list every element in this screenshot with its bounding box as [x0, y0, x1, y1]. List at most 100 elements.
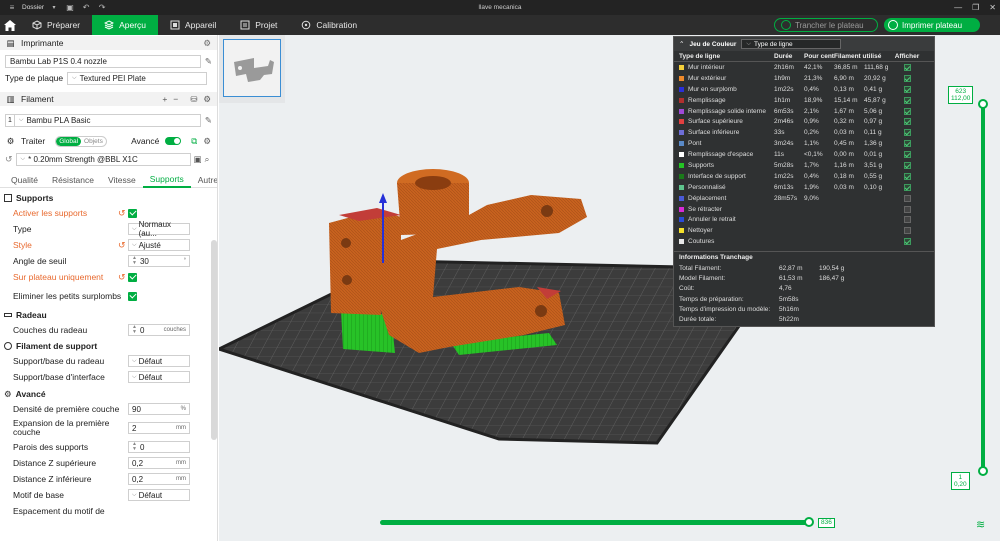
info-value: 5h16m	[779, 305, 799, 313]
preview-viewport[interactable]: ⌃ Jeu de Couleur ⌵ Type de ligne Type de …	[219, 35, 1000, 541]
print-plate-button[interactable]: Imprimer plateau	[884, 18, 980, 32]
global-objects-toggle[interactable]: Global Objets	[55, 135, 107, 147]
layer-slider[interactable]	[978, 99, 988, 476]
line-type-select[interactable]: ⌵ Type de ligne	[741, 39, 842, 49]
reset-icon[interactable]: ↺	[118, 240, 126, 251]
show-checkbox[interactable]	[903, 96, 911, 104]
show-checkbox[interactable]	[903, 129, 911, 137]
tab-prepare[interactable]: Préparer	[20, 15, 92, 35]
remove-small-overhangs-checkbox[interactable]	[128, 291, 137, 301]
show-checkbox[interactable]	[903, 161, 911, 169]
move-slider-handle[interactable]	[804, 517, 814, 527]
color-swatch	[679, 75, 684, 81]
toggle-objects[interactable]: Objets	[81, 137, 106, 146]
save-icon[interactable]: ▣	[194, 154, 202, 165]
slice-plate-button[interactable]: Trancher le plateau	[774, 18, 878, 32]
close-icon[interactable]: ✕	[989, 3, 996, 12]
remove-icon[interactable]: −	[173, 94, 178, 104]
show-checkbox[interactable]	[903, 107, 911, 115]
layer-slider-bottom-handle[interactable]	[978, 466, 988, 476]
legend-row: Remplissage d'espace 11s <0,1% 0,00 m 0,01 g	[674, 149, 934, 160]
tab-calibration[interactable]: Calibration	[289, 15, 369, 35]
process-preset-select[interactable]: ⌵ * 0.20mm Strength @BBL X1C	[15, 152, 191, 166]
first-layer-density-input[interactable]: 90%	[128, 403, 190, 415]
raft-layers-input[interactable]: ▲ ▼ 0 couches	[128, 324, 190, 336]
toggle-global[interactable]: Global	[56, 136, 82, 146]
base-pattern-select[interactable]: ⌵ Défaut	[128, 489, 190, 501]
info-row: Model Filament: 61,53 m 186,47 g	[674, 273, 934, 283]
stepper-icon[interactable]: ▲ ▼	[132, 442, 137, 452]
layers-icon[interactable]: ≋	[976, 518, 985, 531]
redo-icon[interactable]: ↷	[96, 3, 108, 13]
sync-icon[interactable]: ⛁	[190, 94, 197, 105]
raft-base-filament-row: Support/base du radeau ⌵ Défaut	[0, 353, 217, 369]
edit-icon[interactable]: ✎	[205, 56, 212, 67]
file-menu[interactable]: Dossier	[22, 4, 44, 11]
hamburger-icon[interactable]: ≡	[6, 3, 18, 13]
tab-project-label: Projet	[255, 20, 278, 30]
threshold-angle-input[interactable]: ▲ ▼ 30 °	[128, 255, 190, 267]
bottom-z-distance-input[interactable]: 0,2 mm	[128, 473, 190, 485]
tab-other[interactable]: Autre	[191, 175, 217, 185]
tab-speed[interactable]: Vitesse	[101, 175, 143, 185]
interface-filament-select[interactable]: ⌵ Défaut	[128, 371, 190, 383]
support-style-select[interactable]: ⌵ Ajusté	[128, 239, 190, 251]
compare-icon[interactable]: ⧉	[191, 136, 197, 147]
info-value: 5h22m	[779, 316, 799, 324]
chevron-down-icon: ⌵	[746, 40, 751, 47]
save-icon[interactable]: ▣	[64, 3, 76, 13]
gear-icon[interactable]: ⚙	[203, 38, 211, 49]
show-checkbox[interactable]	[903, 172, 911, 180]
threshold-angle-row: Angle de seuil ▲ ▼ 30 °	[0, 253, 217, 269]
printer-select[interactable]: Bambu Lab P1S 0.4 nozzle	[5, 54, 201, 68]
advanced-switch[interactable]	[165, 137, 182, 145]
show-checkbox[interactable]	[903, 151, 911, 159]
show-checkbox[interactable]	[903, 140, 911, 148]
edit-icon[interactable]: ✎	[205, 115, 212, 126]
show-checkbox[interactable]	[903, 227, 911, 235]
tab-supports[interactable]: Supports	[142, 172, 191, 188]
support-type-select[interactable]: ⌵ Normaux (au...	[128, 220, 190, 238]
reset-icon[interactable]: ↺	[5, 154, 13, 165]
show-checkbox[interactable]	[903, 85, 911, 93]
show-checkbox[interactable]	[903, 63, 911, 71]
maximize-icon[interactable]: ❐	[972, 3, 979, 12]
gear-icon[interactable]: ⚙	[203, 94, 211, 105]
show-checkbox[interactable]	[903, 183, 911, 191]
enable-supports-checkbox[interactable]	[128, 208, 137, 218]
undo-icon[interactable]: ↶	[80, 3, 92, 13]
slice-plate-label: Trancher le plateau	[795, 20, 864, 30]
tab-quality[interactable]: Qualité	[4, 175, 45, 185]
support-walls-input[interactable]: ▲ ▼ 0	[128, 441, 190, 453]
minimize-icon[interactable]: —	[954, 3, 962, 12]
reset-icon[interactable]: ↺	[118, 208, 126, 219]
show-checkbox[interactable]	[903, 216, 911, 224]
first-layer-expansion-input[interactable]: 2 mm	[128, 422, 190, 434]
chevron-down-icon[interactable]: ▾	[48, 3, 60, 13]
filament-select[interactable]: ⌵ Bambu PLA Basic	[14, 113, 201, 127]
home-button[interactable]	[0, 15, 20, 35]
top-z-distance-input[interactable]: 0,2 mm	[128, 457, 190, 469]
build-plate-only-checkbox[interactable]	[128, 272, 137, 282]
show-checkbox[interactable]	[903, 194, 911, 202]
raft-base-filament-select[interactable]: ⌵ Défaut	[128, 355, 190, 367]
show-checkbox[interactable]	[903, 118, 911, 126]
tab-preview[interactable]: Aperçu	[92, 15, 159, 35]
search-icon[interactable]: ⌕	[205, 154, 210, 165]
tab-strength[interactable]: Résistance	[45, 175, 101, 185]
sidebar-scrollbar[interactable]	[211, 240, 217, 440]
add-icon[interactable]: +	[162, 94, 167, 104]
layer-slider-top-handle[interactable]	[978, 99, 988, 109]
settings-icon[interactable]: ⚙	[203, 136, 211, 147]
show-checkbox[interactable]	[903, 74, 911, 82]
collapse-icon[interactable]: ⌃	[679, 40, 684, 48]
show-checkbox[interactable]	[903, 205, 911, 213]
stepper-icon[interactable]: ▲ ▼	[132, 325, 137, 335]
plate-type-select[interactable]: ⌵ Textured PEI Plate	[67, 71, 207, 85]
stepper-icon[interactable]: ▲ ▼	[132, 256, 137, 266]
show-checkbox[interactable]	[903, 238, 911, 246]
move-slider[interactable]	[380, 517, 814, 527]
reset-icon[interactable]: ↺	[118, 272, 126, 283]
tab-project[interactable]: Projet	[228, 15, 289, 35]
tab-device[interactable]: Appareil	[158, 15, 228, 35]
